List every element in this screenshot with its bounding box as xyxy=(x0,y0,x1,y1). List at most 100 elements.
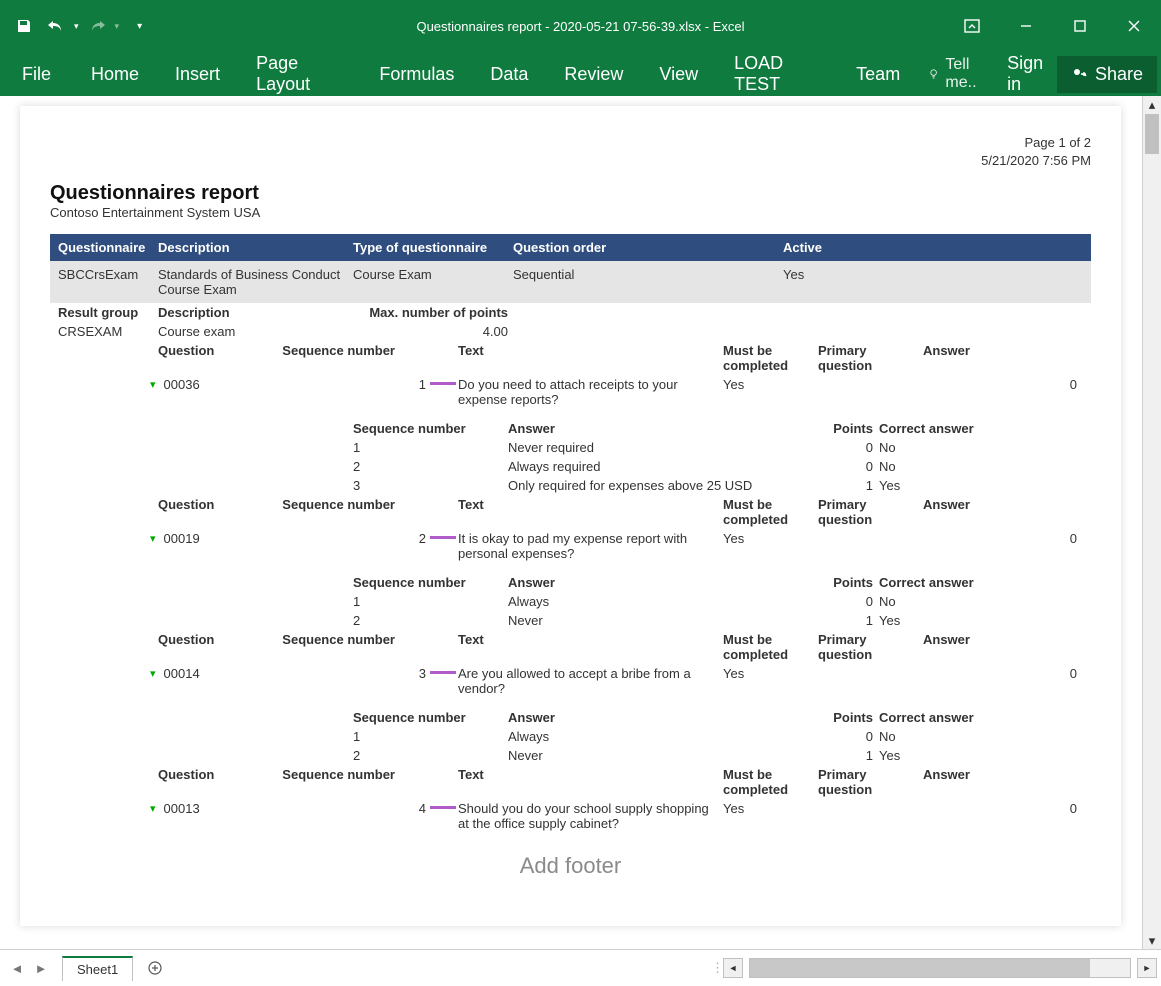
ao-answer: Always xyxy=(508,729,818,744)
answer-option-row: 1 Always 0 No xyxy=(50,592,1091,611)
qh-answer: Answer xyxy=(923,343,1083,358)
new-sheet-button[interactable] xyxy=(141,957,169,979)
report-subtitle: Contoso Entertainment System USA xyxy=(50,205,1091,220)
sheet-nav-prev[interactable]: ◄ xyxy=(6,957,28,979)
answer-option-row: 3 Only required for expenses above 25 US… xyxy=(50,476,1091,495)
sign-in-button[interactable]: Sign in xyxy=(997,53,1057,95)
tick-icon: ▾ xyxy=(150,379,156,391)
hscroll-thumb[interactable] xyxy=(750,959,1090,977)
rg-hdr-desc: Description xyxy=(158,305,353,320)
tab-insert[interactable]: Insert xyxy=(157,54,238,95)
undo-dropdown[interactable]: ▾ xyxy=(74,21,79,32)
customize-qat[interactable]: ▾ xyxy=(137,21,142,32)
qh-seq: Sequence number xyxy=(253,632,403,647)
file-tab[interactable]: File xyxy=(0,54,73,95)
question-header: Question Sequence number Text Must be co… xyxy=(50,495,1091,529)
sheet-tab-sheet1[interactable]: Sheet1 xyxy=(62,956,133,981)
qh-must: Must be completed xyxy=(723,343,818,373)
question-must: Yes xyxy=(723,801,818,816)
save-button[interactable] xyxy=(10,12,38,40)
maximize-button[interactable] xyxy=(1053,0,1107,52)
minimize-button[interactable] xyxy=(999,0,1053,52)
print-preview-page[interactable]: Page 1 of 2 5/21/2020 7:56 PM Questionna… xyxy=(20,106,1121,926)
ao-correct: Yes xyxy=(879,478,1083,493)
add-footer-placeholder[interactable]: Add footer xyxy=(50,853,1091,879)
ao-answer: Never required xyxy=(508,440,818,455)
ao-seq: 3 xyxy=(58,478,508,493)
question-row: ▾00036 1 Do you need to attach receipts … xyxy=(50,375,1091,409)
report-title: Questionnaires report xyxy=(50,182,1091,205)
ribbon-display-options-button[interactable] xyxy=(945,0,999,52)
tab-formulas[interactable]: Formulas xyxy=(361,54,472,95)
ao-seq: 1 xyxy=(58,729,508,744)
question-id: ▾00014 xyxy=(58,666,253,681)
sheet-nav-next[interactable]: ► xyxy=(30,957,52,979)
val-order: Sequential xyxy=(513,267,783,297)
undo-icon xyxy=(47,18,65,34)
tab-view[interactable]: View xyxy=(641,54,716,95)
question-must: Yes xyxy=(723,377,818,392)
ao-points: 0 xyxy=(818,594,879,609)
scroll-down-button[interactable]: ▾ xyxy=(1143,932,1161,950)
close-icon xyxy=(1127,19,1141,33)
tab-team[interactable]: Team xyxy=(838,54,918,95)
ao-answer: Never xyxy=(508,613,818,628)
redo-button[interactable] xyxy=(83,12,111,40)
question-seq: 2 xyxy=(403,531,458,546)
val-description: Standards of Business Conduct Course Exa… xyxy=(158,267,353,297)
rg-hdr-maxpts: Max. number of points xyxy=(353,305,508,320)
qh-text: Text xyxy=(458,767,723,782)
question-row: ▾00014 3 Are you allowed to accept a bri… xyxy=(50,664,1091,698)
page-number: Page 1 of 2 xyxy=(50,134,1091,152)
scroll-up-button[interactable]: ▴ xyxy=(1143,96,1161,114)
tab-home[interactable]: Home xyxy=(73,54,157,95)
tab-review[interactable]: Review xyxy=(546,54,641,95)
ao-correct: No xyxy=(879,440,1083,455)
share-button[interactable]: Share xyxy=(1057,56,1157,93)
ah-seq: Sequence number xyxy=(58,575,508,590)
qh-seq: Sequence number xyxy=(253,497,403,512)
ah-points: Points xyxy=(818,421,879,436)
close-button[interactable] xyxy=(1107,0,1161,52)
tell-me-search[interactable]: Tell me.. xyxy=(918,56,997,92)
ao-seq: 2 xyxy=(58,459,508,474)
undo-button[interactable] xyxy=(42,12,70,40)
tab-data[interactable]: Data xyxy=(472,54,546,95)
qh-must: Must be completed xyxy=(723,497,818,527)
ao-seq: 2 xyxy=(58,613,508,628)
maximize-icon xyxy=(1073,19,1087,33)
highlight-mark xyxy=(430,382,456,385)
share-label: Share xyxy=(1095,64,1143,85)
answer-option-row: 2 Always required 0 No xyxy=(50,457,1091,476)
hdr-questionnaire: Questionnaire xyxy=(58,240,158,255)
hscroll-track[interactable] xyxy=(749,958,1131,978)
ah-answer: Answer xyxy=(508,710,818,725)
qh-answer: Answer xyxy=(923,767,1083,782)
lightbulb-icon xyxy=(928,66,939,82)
vertical-scrollbar[interactable]: ▴ ▾ xyxy=(1142,96,1161,950)
qh-primary: Primary question xyxy=(818,632,923,662)
highlight-mark xyxy=(430,806,456,809)
question-seq: 1 xyxy=(403,377,458,392)
qh-question: Question xyxy=(58,767,253,782)
qh-answer: Answer xyxy=(923,632,1083,647)
highlight-mark xyxy=(430,671,456,674)
scroll-thumb[interactable] xyxy=(1145,114,1159,154)
qh-question: Question xyxy=(58,343,253,358)
rg-val-group: CRSEXAM xyxy=(58,324,158,339)
ah-correct: Correct answer xyxy=(879,710,1083,725)
ao-correct: No xyxy=(879,459,1083,474)
horizontal-scroll-area: ⋮ ◄ ► xyxy=(169,958,1161,978)
qh-text: Text xyxy=(458,632,723,647)
question-seq: 3 xyxy=(403,666,458,681)
split-grip[interactable]: ⋮ xyxy=(711,960,719,976)
ao-points: 0 xyxy=(818,440,879,455)
highlight-mark xyxy=(430,536,456,539)
hscroll-right-button[interactable]: ► xyxy=(1137,958,1157,978)
sheet-tab-bar: ◄ ► Sheet1 ⋮ ◄ ► xyxy=(0,949,1161,986)
hdr-type: Type of questionnaire xyxy=(353,240,513,255)
answer-option-row: 1 Never required 0 No xyxy=(50,438,1091,457)
redo-dropdown[interactable]: ▾ xyxy=(115,21,120,32)
ah-points: Points xyxy=(818,710,879,725)
hscroll-left-button[interactable]: ◄ xyxy=(723,958,743,978)
